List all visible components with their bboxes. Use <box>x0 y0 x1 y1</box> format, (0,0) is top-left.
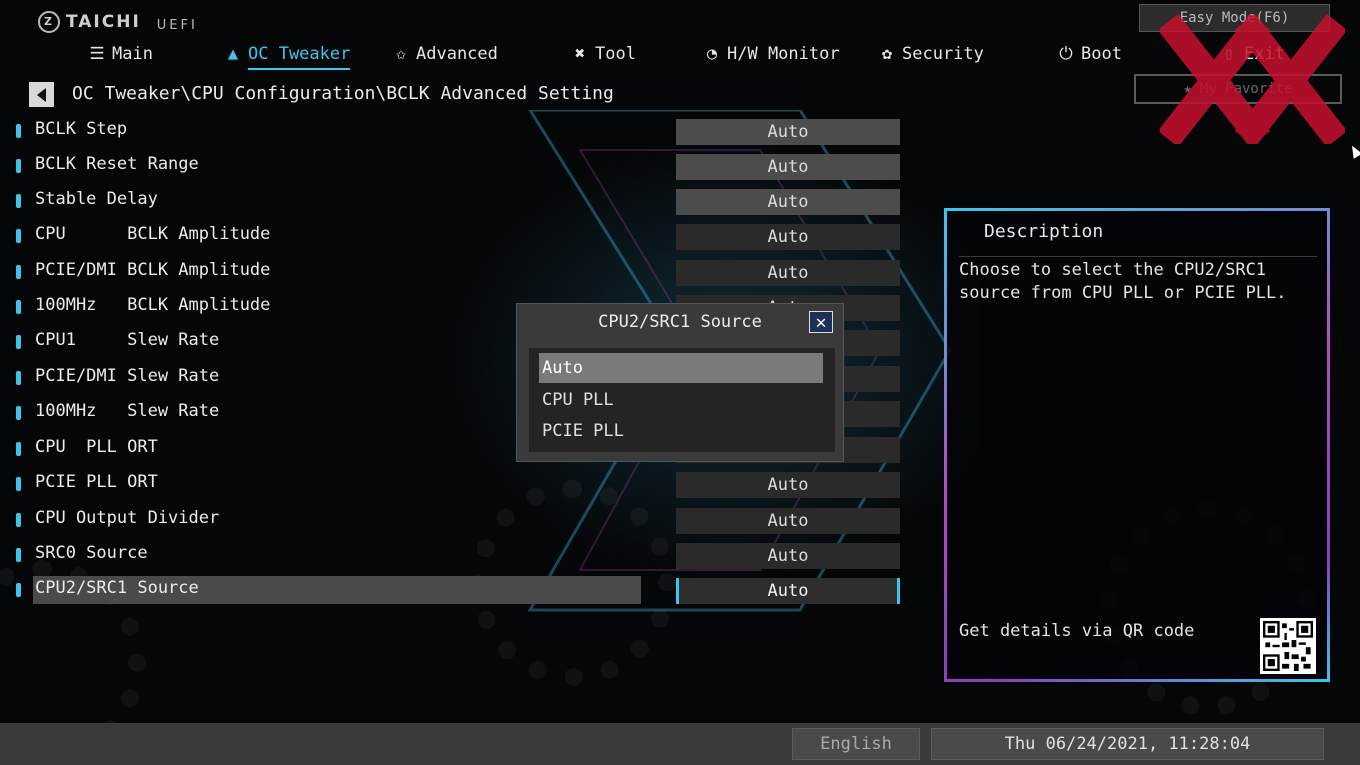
row-marker <box>16 513 21 527</box>
star-swoosh-icon: ✩ <box>395 44 407 64</box>
row-marker <box>16 335 21 349</box>
tab-tool-label: Tool <box>595 44 636 64</box>
popup-option-list: Auto CPU PLL PCIE PLL <box>529 348 835 452</box>
cpu2-src1-source-popup: CPU2/SRC1 Source ✕ Auto CPU PLL PCIE PLL <box>516 303 844 462</box>
tab-exit-label: Exit <box>1244 44 1285 64</box>
setting-value[interactable]: Auto <box>676 224 900 250</box>
row-marker <box>16 442 21 456</box>
setting-value[interactable]: Auto <box>676 119 900 145</box>
breadcrumb: OC Tweaker\CPU Configuration\BCLK Advanc… <box>72 83 614 104</box>
tab-tool[interactable]: ✖ Tool <box>571 41 636 67</box>
setting-value[interactable]: Auto <box>676 543 900 569</box>
option-pcie-pll[interactable]: PCIE PLL <box>539 416 823 446</box>
tab-advanced-label: Advanced <box>416 44 498 64</box>
monitor-icon: ◔ <box>706 44 718 64</box>
setting-label: 100MHz BCLK Amplitude <box>35 295 271 315</box>
main-nav: ☰ Main ▲ OC Tweaker ✩ Advanced ✖ Tool ◔ … <box>0 41 1360 70</box>
setting-label: PCIE/DMI BCLK Amplitude <box>35 260 271 280</box>
description-text: Choose to select the CPU2/SRC1 source fr… <box>959 260 1287 303</box>
row-marker <box>16 477 21 491</box>
brand-sub: UEFI <box>156 18 198 33</box>
setting-value[interactable]: Auto <box>676 189 900 215</box>
status-bar: English Thu 06/24/2021, 11:28:04 <box>0 723 1360 765</box>
setting-value[interactable]: Auto <box>676 472 900 498</box>
setting-label: Stable Delay <box>35 189 158 209</box>
setting-row-bclk-reset-range[interactable]: BCLK Reset Range Auto <box>0 152 920 180</box>
setting-label: 100MHz Slew Rate <box>35 401 220 421</box>
setting-value[interactable]: Auto <box>676 154 900 180</box>
easy-mode-button[interactable]: Easy Mode(F6) <box>1139 4 1330 32</box>
option-auto[interactable]: Auto <box>539 353 823 383</box>
tab-boot[interactable]: ⏻ Boot <box>1057 41 1122 67</box>
tab-main-label: Main <box>112 44 153 64</box>
tab-hw-monitor[interactable]: ◔ H/W Monitor <box>703 41 840 67</box>
row-marker <box>16 159 21 173</box>
power-icon: ⏻ <box>1059 44 1073 64</box>
setting-label: CPU1 Slew Rate <box>35 330 220 350</box>
row-marker <box>16 265 21 279</box>
setting-label: PCIE PLL ORT <box>35 472 158 492</box>
tab-security-label: Security <box>902 44 984 64</box>
list-icon: ☰ <box>89 44 105 64</box>
star-icon: ★ <box>1183 81 1192 97</box>
close-icon: ✕ <box>815 311 827 333</box>
description-panel: Description Choose to select the CPU2/SR… <box>944 208 1330 682</box>
row-marker <box>16 371 21 385</box>
setting-row-cpu-output-divider[interactable]: CPU Output Divider Auto <box>0 506 920 534</box>
exit-door-icon: ▯ <box>1223 44 1235 64</box>
row-marker <box>16 229 21 243</box>
setting-row-pcie-dmi-bclk-amplitude[interactable]: PCIE/DMI BCLK Amplitude Auto <box>0 258 920 286</box>
tab-exit[interactable]: ▯ Exit <box>1220 41 1285 67</box>
setting-label: BCLK Step <box>35 119 128 139</box>
back-arrow-icon <box>37 87 46 102</box>
brand-name: TAICHI <box>66 11 141 32</box>
rocket-icon: ▲ <box>227 44 239 64</box>
setting-label: CPU2/SRC1 Source <box>35 578 199 598</box>
my-favorite-label: My Favorite <box>1199 81 1293 97</box>
wrench-icon: ✖ <box>574 44 586 64</box>
tab-security[interactable]: ✿ Security <box>878 41 984 67</box>
setting-value[interactable]: Auto <box>676 578 900 604</box>
setting-row-stable-delay[interactable]: Stable Delay Auto <box>0 187 920 215</box>
setting-row-cpu2-src1-source[interactable]: CPU2/SRC1 Source Auto <box>0 576 920 604</box>
setting-value[interactable]: Auto <box>676 260 900 286</box>
setting-row-bclk-step[interactable]: BCLK Step Auto <box>0 117 920 145</box>
setting-label: CPU PLL ORT <box>35 437 158 457</box>
back-button[interactable] <box>29 82 54 107</box>
setting-label: SRC0 Source <box>35 543 148 563</box>
tab-hw-monitor-label: H/W Monitor <box>727 44 840 64</box>
qr-caption: Get details via QR code <box>959 621 1195 641</box>
shield-icon: ✿ <box>881 44 893 64</box>
setting-row-pcie-pll-ort[interactable]: PCIE PLL ORT Auto <box>0 470 920 498</box>
close-button[interactable]: ✕ <box>809 311 833 333</box>
taichi-logo: Z TAICHI UEFI <box>38 10 198 33</box>
description-title: Description <box>984 221 1104 242</box>
row-marker <box>16 583 21 597</box>
tab-boot-label: Boot <box>1081 44 1122 64</box>
tab-main[interactable]: ☰ Main <box>88 41 153 67</box>
popup-title: CPU2/SRC1 Source <box>598 312 762 332</box>
setting-value[interactable]: Auto <box>676 508 900 534</box>
setting-row-cpu-bclk-amplitude[interactable]: CPU BCLK Amplitude Auto <box>0 222 920 250</box>
tab-oc-tweaker-label: OC Tweaker <box>248 44 351 64</box>
row-marker <box>16 548 21 562</box>
tab-oc-tweaker[interactable]: ▲ OC Tweaker <box>224 41 351 70</box>
setting-label: BCLK Reset Range <box>35 154 199 174</box>
setting-label: PCIE/DMI Slew Rate <box>35 366 220 386</box>
row-marker <box>16 124 21 138</box>
row-marker <box>16 300 21 314</box>
divider <box>959 256 1317 257</box>
language-button[interactable]: English <box>792 728 920 760</box>
option-cpu-pll[interactable]: CPU PLL <box>539 385 823 415</box>
row-marker <box>16 406 21 420</box>
my-favorite-button[interactable]: ★ My Favorite <box>1134 74 1342 104</box>
tab-advanced[interactable]: ✩ Advanced <box>392 41 498 67</box>
taichi-mark-icon: Z <box>38 10 60 33</box>
qr-code-icon <box>1260 618 1316 674</box>
setting-row-src0-source[interactable]: SRC0 Source Auto <box>0 541 920 569</box>
setting-label: CPU BCLK Amplitude <box>35 224 271 244</box>
datetime-display[interactable]: Thu 06/24/2021, 11:28:04 <box>931 728 1324 760</box>
setting-label: CPU Output Divider <box>35 508 220 528</box>
row-marker <box>16 194 21 208</box>
